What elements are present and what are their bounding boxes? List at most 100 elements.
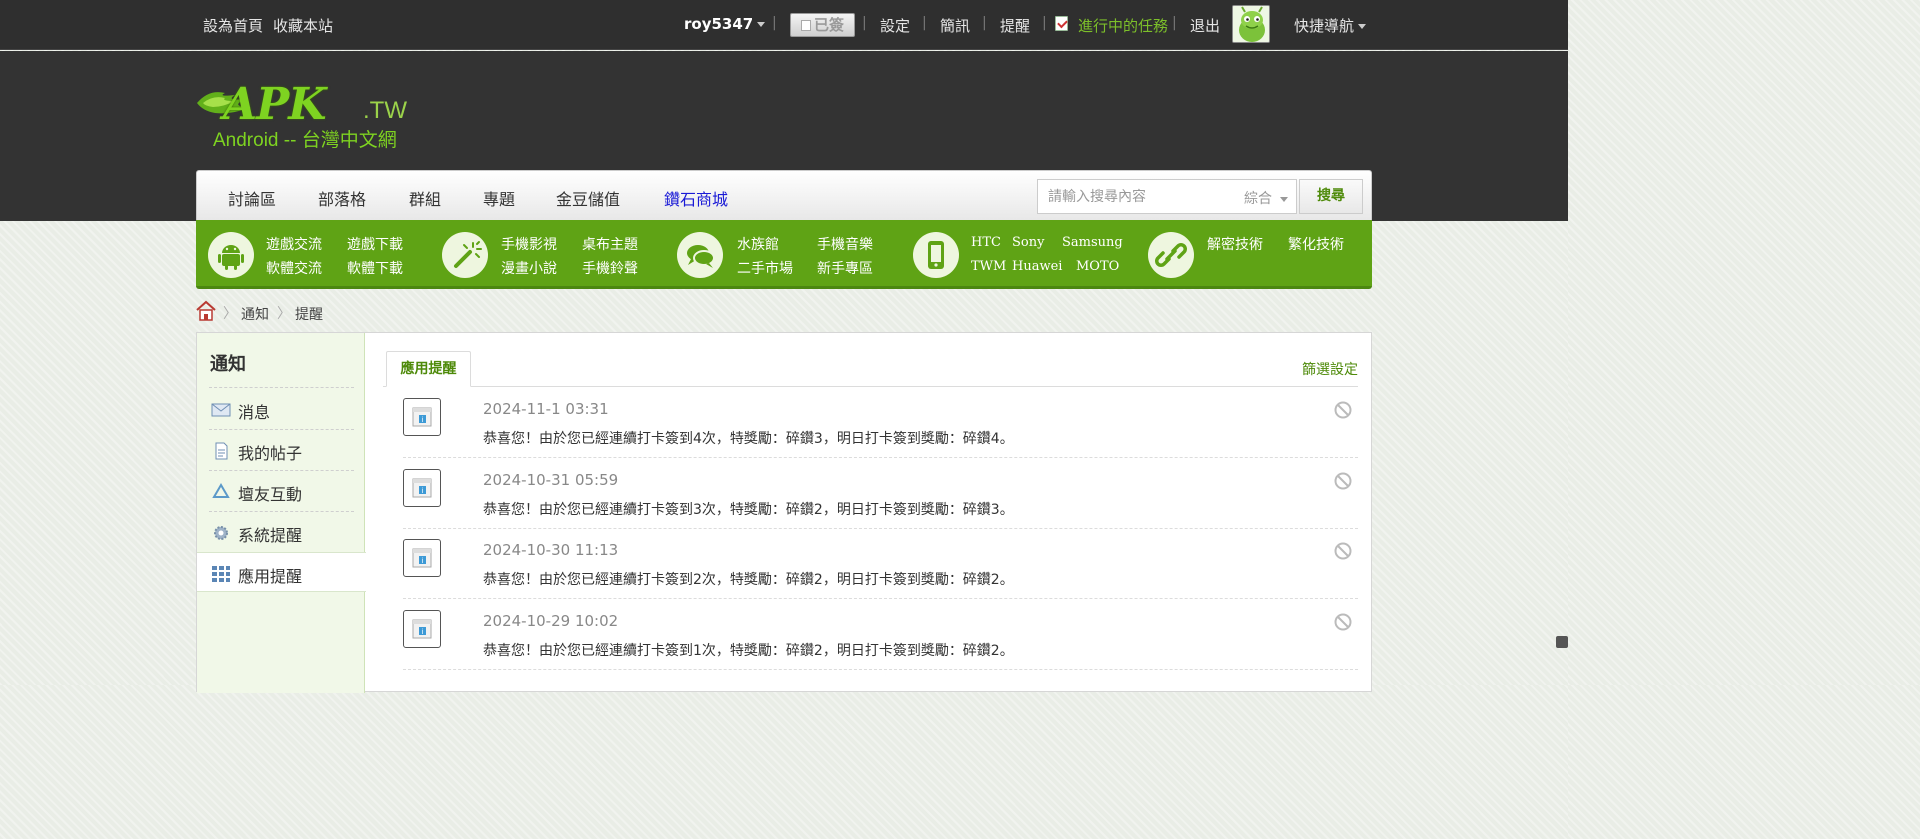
search-button[interactable]: 搜尋 bbox=[1299, 179, 1363, 214]
quick-nav-menu[interactable]: 快捷導航 bbox=[1294, 15, 1367, 36]
notice-item: i 2024-11-1 03:31 恭喜您！由於您已經連續打卡簽到4次，特獎勵：… bbox=[403, 387, 1358, 458]
signed-in-button[interactable]: 已簽 bbox=[790, 13, 855, 37]
chat-bubble-icon bbox=[677, 232, 723, 278]
avatar[interactable] bbox=[1232, 5, 1270, 43]
separator: | bbox=[772, 15, 777, 31]
cat-link[interactable]: 軟體下載 bbox=[347, 258, 403, 278]
ignore-icon[interactable] bbox=[1334, 542, 1352, 560]
search-box: 綜合 bbox=[1037, 179, 1297, 214]
chevron-down-icon bbox=[757, 22, 766, 27]
notice-date: 2024-10-30 11:13 bbox=[483, 541, 619, 559]
signed-label: 已簽 bbox=[813, 16, 844, 34]
svg-text:i: i bbox=[422, 557, 424, 565]
svg-text:i: i bbox=[422, 416, 424, 424]
cat-link[interactable]: Sony bbox=[1012, 235, 1044, 250]
cat-link[interactable]: Huawei bbox=[1012, 259, 1062, 274]
logo-apk-text: APK bbox=[223, 79, 326, 130]
cat-link[interactable]: 遊戲下載 bbox=[347, 234, 403, 254]
breadcrumb-reminder[interactable]: 提醒 bbox=[295, 304, 323, 324]
cat-link[interactable]: 手機影視 bbox=[501, 234, 557, 254]
breadcrumb-chevron-icon: 〉 bbox=[223, 306, 237, 322]
ignore-icon[interactable] bbox=[1334, 613, 1352, 631]
app-notice-icon: i bbox=[403, 610, 441, 648]
chevron-down-icon bbox=[1280, 196, 1289, 202]
tasks-link[interactable]: 進行中的任務 bbox=[1078, 15, 1168, 36]
scroll-to-top-handle[interactable] bbox=[1556, 636, 1568, 648]
username: roy5347 bbox=[684, 15, 754, 33]
nav-blog[interactable]: 部落格 bbox=[318, 186, 366, 210]
divider bbox=[209, 387, 354, 388]
search-input[interactable] bbox=[1038, 180, 1233, 213]
nav-forum[interactable]: 討論區 bbox=[228, 186, 276, 210]
sidebar-item-app-reminders[interactable]: 應用提醒 bbox=[197, 552, 366, 592]
app-notice-icon: i bbox=[403, 469, 441, 507]
sidebar-item-system[interactable]: 系統提醒 bbox=[197, 512, 365, 552]
tab-app-reminders[interactable]: 應用提醒 bbox=[386, 351, 471, 387]
messages-link[interactable]: 簡訊 bbox=[940, 15, 970, 36]
magic-wand-icon bbox=[442, 232, 488, 278]
calendar-icon bbox=[800, 20, 811, 31]
cat-link[interactable]: HTC bbox=[971, 235, 1001, 250]
reminders-link[interactable]: 提醒 bbox=[1000, 15, 1030, 36]
sidebar-title: 通知 bbox=[210, 354, 246, 375]
notice-text: 恭喜您！由於您已經連續打卡簽到3次，特獎勵：碎鑽2，明日打卡簽到獎勵：碎鑽3。 bbox=[483, 502, 1014, 518]
sidebar-item-messages[interactable]: 消息 bbox=[197, 389, 365, 429]
breadcrumb-notice[interactable]: 通知 bbox=[241, 304, 269, 324]
site-logo[interactable]: APK .TW Android -- 台灣中文網 bbox=[195, 79, 410, 151]
logo-subtitle: Android -- 台灣中文網 bbox=[213, 130, 397, 151]
notice-item: i 2024-10-29 10:02 恭喜您！由於您已經連續打卡簽到1次，特獎勵… bbox=[403, 599, 1358, 670]
nav-topics[interactable]: 專題 bbox=[483, 186, 515, 210]
sidebar-item-my-posts[interactable]: 我的帖子 bbox=[197, 430, 365, 470]
app-notice-icon: i bbox=[403, 539, 441, 577]
cat-link[interactable]: Samsung bbox=[1062, 235, 1123, 250]
breadcrumb-chevron-icon: 〉 bbox=[277, 306, 291, 322]
cat-link[interactable]: 繁化技術 bbox=[1288, 234, 1344, 254]
top-bar: 設為首頁 收藏本站 roy5347 | 已簽 | 設定 | 簡訊 | 提醒 | … bbox=[0, 0, 1568, 50]
bookmark-link[interactable]: 收藏本站 bbox=[273, 15, 333, 36]
cat-link[interactable]: MOTO bbox=[1076, 259, 1119, 274]
notice-date: 2024-10-29 10:02 bbox=[483, 612, 619, 630]
user-menu[interactable]: roy5347 bbox=[684, 15, 766, 33]
nav-diamond-mall[interactable]: 鑽石商城 bbox=[664, 186, 728, 210]
cat-link[interactable]: TWM bbox=[971, 259, 1006, 274]
link-icon bbox=[1148, 232, 1194, 278]
notice-date: 2024-10-31 05:59 bbox=[483, 471, 619, 489]
filter-settings-link[interactable]: 篩選設定 bbox=[1302, 359, 1358, 379]
cat-link[interactable]: 軟體交流 bbox=[266, 258, 322, 278]
sidebar-item-interactions[interactable]: 壇友互動 bbox=[197, 471, 365, 511]
cat-link[interactable]: 解密技術 bbox=[1207, 234, 1263, 254]
cat-link[interactable]: 新手專區 bbox=[817, 258, 873, 278]
cat-link[interactable]: 漫畫小說 bbox=[501, 258, 557, 278]
cat-link[interactable]: 手機鈴聲 bbox=[582, 258, 638, 278]
cat-link[interactable]: 水族館 bbox=[737, 234, 779, 254]
task-clipboard-icon bbox=[1055, 16, 1068, 31]
svg-text:i: i bbox=[422, 487, 424, 495]
cat-link[interactable]: 手機音樂 bbox=[817, 234, 873, 254]
notice-text: 恭喜您！由於您已經連續打卡簽到4次，特獎勵：碎鑽3，明日打卡簽到獎勵：碎鑽4。 bbox=[483, 431, 1014, 447]
nav-groups[interactable]: 群組 bbox=[409, 186, 441, 210]
logout-link[interactable]: 退出 bbox=[1190, 15, 1220, 36]
search-type-select[interactable]: 綜合 bbox=[1244, 188, 1289, 208]
main-nav: 討論區 部落格 群組 專題 金豆儲值 鑽石商城 綜合 搜尋 bbox=[196, 170, 1372, 220]
chevron-down-icon bbox=[1358, 24, 1367, 29]
sidebar-item-label: 我的帖子 bbox=[238, 444, 303, 463]
sidebar-item-label: 消息 bbox=[238, 403, 271, 422]
cat-link[interactable]: 桌布主題 bbox=[582, 234, 638, 254]
settings-link[interactable]: 設定 bbox=[880, 15, 910, 36]
notification-content: 應用提醒 篩選設定 i 2024-11-1 03:31 恭喜您！由於您已經連續打… bbox=[365, 333, 1371, 693]
notice-date: 2024-11-1 03:31 bbox=[483, 400, 609, 418]
set-home-link[interactable]: 設為首頁 bbox=[203, 15, 263, 36]
home-icon[interactable] bbox=[196, 300, 216, 322]
nav-gold-beans[interactable]: 金豆儲值 bbox=[556, 186, 620, 210]
notification-panel: 通知 消息 我的帖子 壇友互動 系統提醒 應用提醒 應用提醒 篩選設定 i 20… bbox=[196, 332, 1372, 693]
cat-link[interactable]: 遊戲交流 bbox=[266, 234, 322, 254]
cat-link[interactable]: 二手市場 bbox=[737, 258, 793, 278]
notice-text: 恭喜您！由於您已經連續打卡簽到2次，特獎勵：碎鑽2，明日打卡簽到獎勵：碎鑽2。 bbox=[483, 572, 1014, 588]
phone-icon bbox=[913, 232, 959, 278]
ignore-icon[interactable] bbox=[1334, 401, 1352, 419]
app-notice-icon: i bbox=[403, 398, 441, 436]
ignore-icon[interactable] bbox=[1334, 472, 1352, 490]
quick-nav-label: 快捷導航 bbox=[1294, 17, 1355, 35]
envelope-icon bbox=[211, 403, 231, 417]
android-avatar-icon bbox=[1233, 6, 1269, 42]
